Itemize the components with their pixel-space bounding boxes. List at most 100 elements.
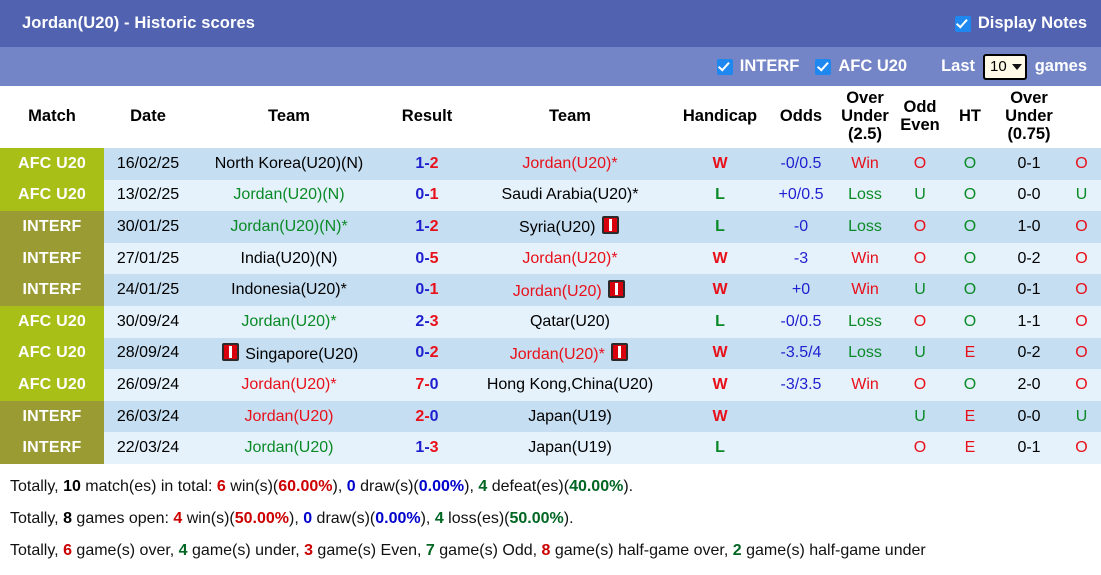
away-team-cell[interactable]: Jordan(U20)* <box>468 243 672 275</box>
historic-scores-panel: Jordan(U20) - Historic scores Display No… <box>0 0 1101 571</box>
league-badge[interactable]: INTERF <box>0 432 104 464</box>
league-badge[interactable]: INTERF <box>0 274 104 306</box>
col-odds[interactable]: Odds <box>768 86 834 148</box>
away-team-cell[interactable]: Syria(U20) <box>468 211 672 243</box>
s1-t4: ), <box>333 478 347 495</box>
away-team-cell[interactable]: Jordan(U20)* <box>468 338 672 370</box>
odds-result <box>834 432 896 464</box>
table-row[interactable]: INTERF30/01/25Jordan(U20)(N)*1-2Syria(U2… <box>0 211 1101 243</box>
score-cell[interactable]: 1-2 <box>386 148 468 180</box>
team-name: Indonesia(U20) <box>231 281 340 298</box>
match-date: 28/09/24 <box>104 338 192 370</box>
odd-even-value: E <box>944 338 996 370</box>
handicap-value: +0/0.5 <box>768 180 834 212</box>
score-cell[interactable]: 2-0 <box>386 401 468 433</box>
col-team-home[interactable]: Team <box>192 86 386 148</box>
table-row[interactable]: AFC U2026/09/24Jordan(U20)*7-0Hong Kong,… <box>0 369 1101 401</box>
col-match[interactable]: Match <box>0 86 104 148</box>
away-team-cell[interactable]: Hong Kong,China(U20) <box>468 369 672 401</box>
score-cell[interactable]: 1-3 <box>386 432 468 464</box>
score-home: 0 <box>415 186 424 203</box>
score-cell[interactable]: 0-1 <box>386 180 468 212</box>
away-team-cell[interactable]: Jordan(U20)* <box>468 148 672 180</box>
table-row[interactable]: AFC U2013/02/25Jordan(U20)(N)0-1Saudi Ar… <box>0 180 1101 212</box>
score-cell[interactable]: 1-2 <box>386 211 468 243</box>
s1-t6: ), <box>464 478 478 495</box>
score-cell[interactable]: 7-0 <box>386 369 468 401</box>
s3-over: 6 <box>63 542 72 559</box>
match-date: 22/03/24 <box>104 432 192 464</box>
away-team-cell[interactable]: Japan(U19) <box>468 432 672 464</box>
col-ou25-line1: Over <box>846 89 884 107</box>
afc-checkbox[interactable] <box>815 59 831 75</box>
table-row[interactable]: INTERF24/01/25Indonesia(U20)*0-1Jordan(U… <box>0 274 1101 306</box>
score-cell[interactable]: 0-2 <box>386 338 468 370</box>
league-badge[interactable]: INTERF <box>0 211 104 243</box>
home-team-cell[interactable]: North Korea(U20)(N) <box>192 148 386 180</box>
league-badge[interactable]: AFC U20 <box>0 148 104 180</box>
score-cell[interactable]: 0-5 <box>386 243 468 275</box>
games-count-select[interactable]: 10 <box>983 54 1027 80</box>
display-notes-toggle[interactable]: Display Notes <box>955 14 1087 33</box>
league-badge[interactable]: AFC U20 <box>0 180 104 212</box>
win-loss-marker: W <box>672 274 768 306</box>
display-notes-checkbox[interactable] <box>955 16 971 32</box>
away-team-cell[interactable]: Jordan(U20) <box>468 274 672 306</box>
score-home: 0 <box>415 281 424 298</box>
over-under-25-value: O <box>896 243 944 275</box>
away-team-cell[interactable]: Japan(U19) <box>468 401 672 433</box>
table-row[interactable]: AFC U2028/09/24 Singapore(U20)0-2Jordan(… <box>0 338 1101 370</box>
away-team-cell[interactable]: Saudi Arabia(U20)* <box>468 180 672 212</box>
s2-wins: 4 <box>173 510 182 527</box>
home-team-cell[interactable]: Indonesia(U20)* <box>192 274 386 306</box>
team-name: Jordan(U20) <box>241 376 330 393</box>
half-time-score: 0-1 <box>996 274 1062 306</box>
team-name: India(U20)(N) <box>241 250 338 267</box>
col-odd-even[interactable]: Odd Even <box>896 86 944 148</box>
home-team-cell[interactable]: Jordan(U20) <box>192 432 386 464</box>
chevron-down-icon <box>1012 64 1022 70</box>
home-team-cell[interactable]: Jordan(U20)* <box>192 369 386 401</box>
col-over-under-075[interactable]: Over Under (0.75) <box>996 86 1062 148</box>
score-away: 3 <box>430 313 439 330</box>
league-badge[interactable]: INTERF <box>0 243 104 275</box>
league-badge[interactable]: INTERF <box>0 401 104 433</box>
col-result[interactable]: Result <box>386 86 468 148</box>
afc-filter-toggle[interactable]: AFC U20 <box>815 57 907 76</box>
col-ht[interactable]: HT <box>944 86 996 148</box>
home-team-cell[interactable]: India(U20)(N) <box>192 243 386 275</box>
score-home: 7 <box>415 376 424 393</box>
table-row[interactable]: INTERF27/01/25India(U20)(N)0-5Jordan(U20… <box>0 243 1101 275</box>
score-away: 5 <box>430 250 439 267</box>
score-cell[interactable]: 0-1 <box>386 274 468 306</box>
table-row[interactable]: INTERF26/03/24Jordan(U20)2-0Japan(U19)WU… <box>0 401 1101 433</box>
s3-t3: game(s) under, <box>188 542 305 559</box>
table-row[interactable]: INTERF22/03/24Jordan(U20)1-3Japan(U19)LO… <box>0 432 1101 464</box>
home-team-cell[interactable]: Singapore(U20) <box>192 338 386 370</box>
s2-t4: ), <box>289 510 303 527</box>
league-badge[interactable]: AFC U20 <box>0 338 104 370</box>
home-team-cell[interactable]: Jordan(U20) <box>192 401 386 433</box>
league-badge[interactable]: AFC U20 <box>0 306 104 338</box>
away-team-cell[interactable]: Qatar(U20) <box>468 306 672 338</box>
score-cell[interactable]: 2-3 <box>386 306 468 338</box>
col-handicap[interactable]: Handicap <box>672 86 768 148</box>
league-badge[interactable]: AFC U20 <box>0 369 104 401</box>
interf-checkbox[interactable] <box>717 59 733 75</box>
red-card-icon <box>602 216 619 234</box>
home-team-cell[interactable]: Jordan(U20)(N)* <box>192 211 386 243</box>
col-date[interactable]: Date <box>104 86 192 148</box>
home-team-cell[interactable]: Jordan(U20)* <box>192 306 386 338</box>
over-under-075-value: O <box>1062 243 1101 275</box>
interf-filter-toggle[interactable]: INTERF <box>717 57 800 76</box>
score-away: 3 <box>430 439 439 456</box>
col-over-under-25[interactable]: Over Under (2.5) <box>834 86 896 148</box>
home-team-cell[interactable]: Jordan(U20)(N) <box>192 180 386 212</box>
over-under-25-value: O <box>896 369 944 401</box>
table-row[interactable]: AFC U2016/02/25North Korea(U20)(N)1-2Jor… <box>0 148 1101 180</box>
col-team-away[interactable]: Team <box>468 86 672 148</box>
team-name: North Korea(U20)(N) <box>215 155 363 172</box>
team-name: Jordan(U20) <box>513 283 602 300</box>
table-row[interactable]: AFC U2030/09/24Jordan(U20)*2-3Qatar(U20)… <box>0 306 1101 338</box>
over-under-25-value: O <box>896 211 944 243</box>
